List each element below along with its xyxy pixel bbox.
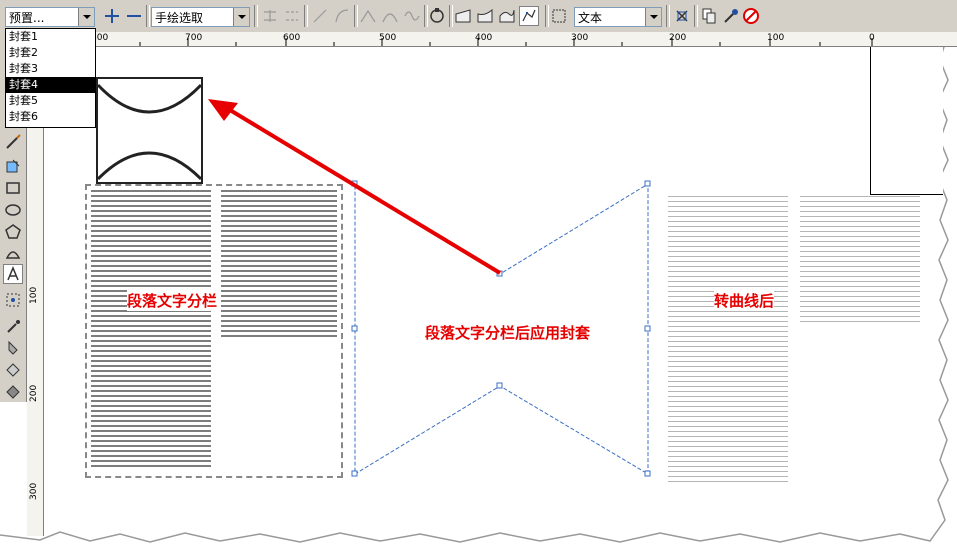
ruler-label: 300: [29, 482, 39, 500]
toolbar-separator: [666, 5, 670, 27]
chevron-down-icon[interactable]: [78, 8, 94, 26]
copy-envelope-icon[interactable]: [699, 6, 719, 26]
keep-lines-icon[interactable]: [672, 6, 692, 26]
page-border: [870, 47, 943, 195]
text-column-1: [91, 190, 211, 470]
curve-text-column-2: [800, 196, 920, 326]
toolbar-separator: [254, 5, 258, 27]
envelope-double-arc-icon[interactable]: [497, 6, 517, 26]
add-new-envelope-icon[interactable]: [549, 6, 569, 26]
close-curve-icon[interactable]: [427, 6, 447, 26]
horizontal-ruler[interactable]: 800 700 600 500 400 300 200 100 0: [45, 32, 957, 47]
add-node-icon[interactable]: [102, 6, 122, 26]
interactive-tool-icon[interactable]: [3, 290, 23, 310]
envelope-single-arc-icon[interactable]: [475, 6, 495, 26]
right-annotation: 转曲线后: [714, 290, 775, 311]
toolbar-separator: [304, 5, 308, 27]
chevron-down-icon[interactable]: [233, 8, 249, 26]
break-curve-icon[interactable]: [282, 6, 302, 26]
ellipse-tool-icon[interactable]: [3, 200, 23, 220]
toolbar-separator: [694, 5, 698, 27]
envelope-shape-icon: [96, 83, 203, 181]
ruler-ticks: [91, 38, 873, 46]
interactive-fill-icon[interactable]: [3, 382, 23, 402]
preset-combo-value: 预置...: [9, 11, 45, 25]
to-line-icon[interactable]: [310, 6, 330, 26]
property-bar: 预置... 手绘选取 文本: [0, 0, 957, 33]
preset-item[interactable]: 封套2: [6, 45, 95, 61]
basic-shapes-icon[interactable]: [3, 244, 23, 264]
cusp-node-icon[interactable]: [358, 6, 378, 26]
eyedropper-icon[interactable]: [720, 6, 740, 26]
clear-envelope-icon[interactable]: [741, 6, 761, 26]
smart-fill-icon[interactable]: [3, 156, 23, 176]
eyedropper-tool-icon[interactable]: [3, 316, 23, 336]
preset-item-selected[interactable]: 封套4: [6, 77, 95, 93]
to-curve-icon[interactable]: [332, 6, 352, 26]
toolbar-separator: [146, 5, 150, 27]
chevron-down-icon[interactable]: [645, 8, 661, 26]
envelope-straight-icon[interactable]: [453, 6, 473, 26]
polygon-tool-icon[interactable]: [3, 222, 23, 242]
symmetrical-node-icon[interactable]: [402, 6, 422, 26]
preset-item[interactable]: 封套1: [6, 29, 95, 45]
delete-node-icon[interactable]: [124, 6, 144, 26]
mode-combo-value: 手绘选取: [155, 11, 204, 25]
smooth-node-icon[interactable]: [380, 6, 400, 26]
ruler-label: 100: [29, 286, 39, 304]
preset-item[interactable]: 封套6: [6, 109, 95, 125]
mode-combo[interactable]: 手绘选取: [151, 7, 250, 27]
left-annotation: 段落文字分栏: [127, 290, 218, 311]
preset-item[interactable]: 封套5: [6, 93, 95, 109]
curve-text-column-1: [668, 196, 788, 486]
preset-dropdown-list[interactable]: 封套1 封套2 封套3 封套4 封套5 封套6: [5, 28, 96, 128]
envelope-unconstrained-icon[interactable]: [519, 6, 539, 26]
preset-combo[interactable]: 预置...: [5, 7, 95, 27]
red-arrow-icon: [208, 99, 502, 275]
mapping-mode-combo[interactable]: 文本: [574, 7, 662, 27]
freehand-tool-icon[interactable]: [3, 132, 23, 152]
envelope-preview: [96, 77, 203, 184]
preset-item[interactable]: 封套3: [6, 61, 95, 77]
outline-tool-icon[interactable]: [3, 338, 23, 358]
join-nodes-icon[interactable]: [260, 6, 280, 26]
mapping-mode-value: 文本: [578, 11, 603, 25]
middle-annotation: 段落文字分栏后应用封套: [425, 324, 591, 342]
ruler-label: 200: [29, 384, 39, 402]
rectangle-tool-icon[interactable]: [3, 178, 23, 198]
fill-tool-icon[interactable]: [3, 360, 23, 380]
text-tool-icon[interactable]: [3, 264, 23, 284]
